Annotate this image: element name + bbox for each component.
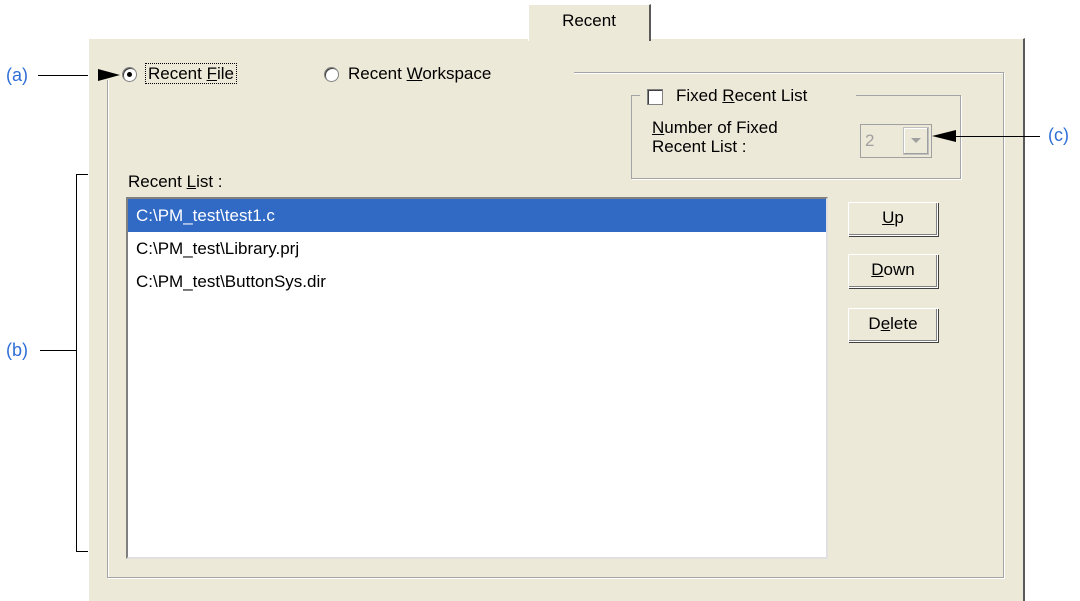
recent-workspace-label[interactable]: Recent Workspace — [348, 64, 491, 84]
annotation-a-arrowhead-icon — [98, 69, 120, 81]
up-button[interactable]: Up — [848, 202, 938, 236]
radio-selected-dot — [127, 72, 132, 77]
delete-button[interactable]: Delete — [848, 308, 938, 342]
number-of-fixed-label: Number of Fixed Recent List : — [652, 118, 778, 156]
recent-file-label[interactable]: Recent File — [145, 63, 237, 84]
tab-recent-label: Recent — [562, 11, 616, 30]
annotation-c-arrowhead-icon — [932, 130, 956, 142]
focus-rect: Recent File — [145, 63, 237, 84]
annotation-b: (b) — [6, 340, 28, 360]
fixed-recent-list-label[interactable]: Fixed Recent List — [676, 86, 807, 106]
fixed-count-value: 2 — [865, 131, 875, 150]
annotation-c-arrow-line — [944, 136, 1040, 137]
annotation-a: (a) — [6, 65, 28, 85]
annotation-b-bracket — [76, 174, 77, 551]
combo-dropdown-button[interactable] — [903, 127, 929, 155]
list-item[interactable]: C:\PM_test\test1.c — [128, 199, 826, 232]
annotation-b-leader — [40, 350, 76, 351]
annotation-c: (c) — [1048, 125, 1069, 145]
down-button[interactable]: Down — [848, 254, 938, 288]
fixed-count-combobox[interactable]: 2 — [860, 124, 932, 158]
fixed-recent-list-checkbox[interactable] — [647, 89, 663, 105]
recent-list-label: Recent List : — [128, 172, 223, 191]
recent-listbox[interactable]: C:\PM_test\test1.c C:\PM_test\Library.pr… — [126, 197, 828, 559]
chevron-down-icon — [911, 138, 921, 143]
tab-recent[interactable]: Recent — [528, 4, 651, 41]
recent-workspace-radio[interactable] — [324, 67, 339, 82]
list-item[interactable]: C:\PM_test\Library.prj — [128, 232, 826, 265]
recent-file-radio[interactable] — [122, 67, 137, 82]
list-item[interactable]: C:\PM_test\ButtonSys.dir — [128, 265, 826, 298]
